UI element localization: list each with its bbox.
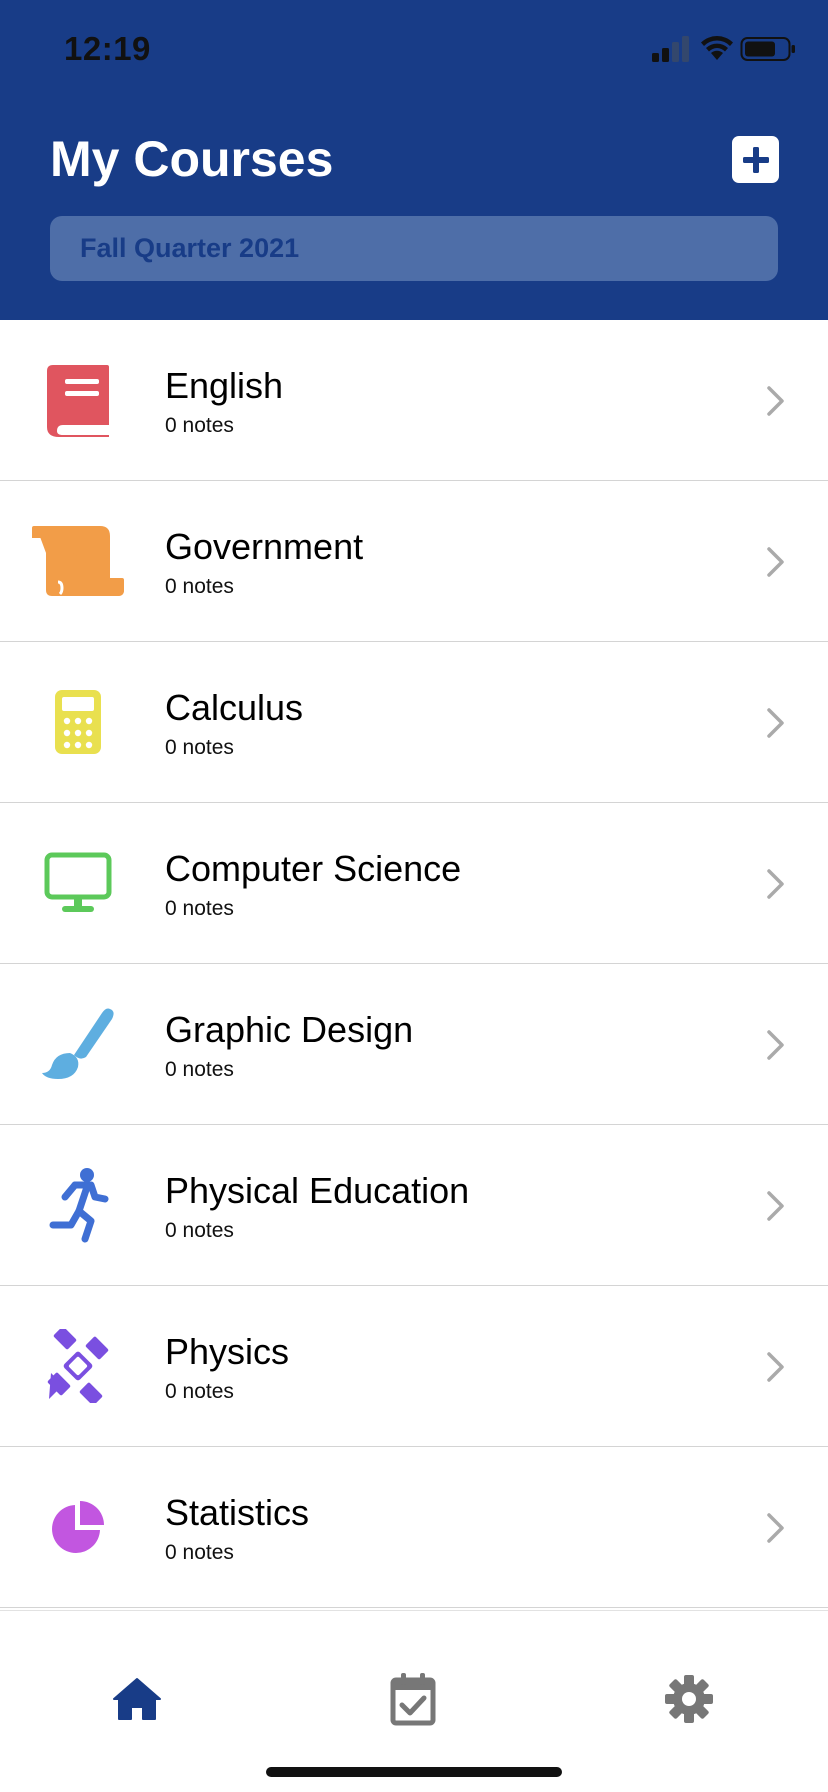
chevron-right-icon <box>767 869 784 899</box>
chevron-right-icon <box>767 386 784 416</box>
course-note-count: 0 notes <box>165 414 234 437</box>
course-name: Physics <box>165 1331 290 1372</box>
tab-home[interactable] <box>97 1659 177 1739</box>
calculator-icon <box>30 682 126 762</box>
header: 12:19 My Courses <box>0 0 828 320</box>
course-name: Graphic Design <box>165 1009 414 1050</box>
status-bar: 12:19 <box>0 0 828 100</box>
course-name: Calculus <box>165 687 304 728</box>
course-row-calculus[interactable]: Calculus 0 notes <box>0 642 828 803</box>
course-row-graphic-design[interactable]: Graphic Design 0 notes <box>0 964 828 1125</box>
tab-bar <box>0 1610 828 1792</box>
course-row-physics[interactable]: Physics 0 notes <box>0 1286 828 1447</box>
home-indicator[interactable] <box>266 1767 562 1777</box>
plus-icon <box>742 146 769 173</box>
course-name: Physical Education <box>165 1170 470 1211</box>
course-name: Government <box>165 526 364 567</box>
course-note-count: 0 notes <box>165 1219 234 1242</box>
chevron-right-icon <box>767 547 784 577</box>
course-row-government[interactable]: Government 0 notes <box>0 481 828 642</box>
home-icon <box>113 1678 161 1720</box>
course-note-count: 0 notes <box>165 1541 234 1564</box>
course-note-count: 0 notes <box>165 1058 234 1081</box>
book-icon <box>30 360 126 440</box>
chevron-right-icon <box>767 1352 784 1382</box>
chevron-right-icon <box>767 1030 784 1060</box>
course-note-count: 0 notes <box>165 575 234 598</box>
gear-icon <box>665 1675 713 1723</box>
running-icon <box>30 1165 126 1245</box>
course-row-computer-science[interactable]: Computer Science 0 notes <box>0 803 828 964</box>
chevron-right-icon <box>767 708 784 738</box>
tab-calendar[interactable] <box>373 1659 453 1739</box>
cellular-signal-icon <box>652 36 689 62</box>
paintbrush-icon <box>30 1004 126 1084</box>
course-row-statistics[interactable]: Statistics 0 notes <box>0 1447 828 1608</box>
course-list: English 0 notes Government 0 notes Calcu… <box>0 320 828 1608</box>
desktop-icon <box>30 843 126 923</box>
course-name: Computer Science <box>165 848 462 889</box>
tab-settings[interactable] <box>649 1659 729 1739</box>
calendar-check-icon <box>390 1673 436 1726</box>
status-time: 12:19 <box>64 30 151 67</box>
course-row-physical-education[interactable]: Physical Education 0 notes <box>0 1125 828 1286</box>
wifi-icon <box>701 36 733 60</box>
course-note-count: 0 notes <box>165 897 234 920</box>
course-name: English <box>165 365 284 406</box>
course-name: Statistics <box>165 1492 310 1533</box>
scroll-icon <box>30 521 126 601</box>
term-search-input[interactable] <box>50 216 778 281</box>
battery-icon <box>740 37 795 61</box>
course-row-english[interactable]: English 0 notes <box>0 320 828 481</box>
pie-chart-icon <box>30 1487 126 1567</box>
chevron-right-icon <box>767 1191 784 1221</box>
add-course-button[interactable] <box>732 136 779 183</box>
page-title: My Courses <box>50 131 334 187</box>
satellite-icon <box>30 1326 126 1406</box>
course-note-count: 0 notes <box>165 1380 234 1403</box>
chevron-right-icon <box>767 1513 784 1543</box>
course-note-count: 0 notes <box>165 736 234 759</box>
